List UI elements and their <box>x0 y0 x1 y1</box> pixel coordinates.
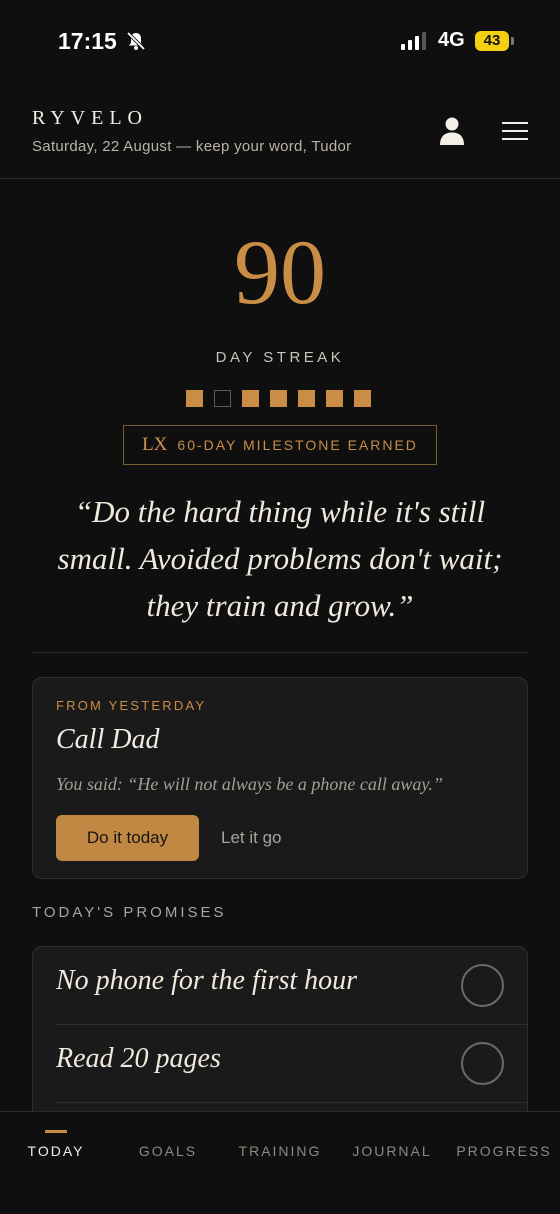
tab-goals[interactable]: GOALS <box>112 1112 224 1212</box>
tab-label: TRAINING <box>238 1143 322 1159</box>
promise-checkbox[interactable] <box>461 1042 504 1085</box>
day-complete-marker <box>326 390 343 407</box>
milestone-badge: LX 60-DAY MILESTONE EARNED <box>123 425 437 465</box>
tab-label: JOURNAL <box>352 1143 432 1159</box>
promise-text: Read 20 pages <box>56 1043 221 1074</box>
milestone-numeral: LX <box>142 434 168 455</box>
menu-icon[interactable] <box>502 121 528 141</box>
let-it-go-button[interactable]: Let it go <box>221 815 282 861</box>
promise-item[interactable]: Read 20 pages <box>56 1025 527 1103</box>
promises-section-title: TODAY'S PROMISES <box>32 904 227 921</box>
status-time: 17:15 <box>58 28 117 54</box>
tab-label: PROGRESS <box>456 1143 552 1159</box>
active-tab-indicator <box>45 1130 67 1133</box>
do-it-today-button[interactable]: Do it today <box>56 815 199 861</box>
tab-journal[interactable]: JOURNAL <box>336 1112 448 1212</box>
promise-text: No phone for the first hour <box>56 965 358 996</box>
status-bar: 17:15 4G 43 <box>0 0 560 86</box>
carryover-card: FROM YESTERDAY Call Dad You said: “He wi… <box>32 677 528 879</box>
tab-today[interactable]: TODAY <box>0 1112 112 1212</box>
promises-list: No phone for the first hour Read 20 page… <box>32 946 528 1126</box>
tab-progress[interactable]: PROGRESS <box>448 1112 560 1212</box>
network-type: 4G <box>438 29 465 51</box>
day-complete-marker <box>270 390 287 407</box>
daily-quote: “Do the hard thing while it's still smal… <box>57 494 503 623</box>
day-complete-marker <box>354 390 371 407</box>
carryover-eyebrow: FROM YESTERDAY <box>56 698 207 713</box>
week-progress <box>186 390 371 407</box>
streak-label: DAY STREAK <box>215 349 345 366</box>
milestone-text: 60-DAY MILESTONE EARNED <box>177 437 418 453</box>
promise-checkbox[interactable] <box>461 964 504 1007</box>
profile-icon[interactable] <box>438 116 466 146</box>
battery-level: 43 <box>483 32 501 49</box>
bottom-navigation: TODAY GOALS TRAINING JOURNAL PROGRESS <box>0 1111 560 1214</box>
carryover-title: Call Dad <box>56 724 160 755</box>
promise-item[interactable]: No phone for the first hour <box>56 947 527 1025</box>
day-missed-marker <box>214 390 231 407</box>
tab-label: TODAY <box>27 1143 85 1159</box>
day-complete-marker <box>298 390 315 407</box>
carryover-note: You said: “He will not always be a phone… <box>56 774 443 794</box>
streak-count: 90 <box>234 221 326 323</box>
header-subtitle: Saturday, 22 August — keep your word, Tu… <box>32 138 352 155</box>
battery-tip <box>511 37 514 45</box>
tab-training[interactable]: TRAINING <box>224 1112 336 1212</box>
cellular-signal-icon <box>401 32 426 50</box>
tab-label: GOALS <box>138 1143 198 1159</box>
divider <box>32 652 528 653</box>
battery-icon: 43 <box>475 31 509 51</box>
day-complete-marker <box>242 390 259 407</box>
app-header: RYVELO Saturday, 22 August — keep your w… <box>0 86 560 179</box>
brand-logo: RYVELO <box>32 107 148 129</box>
bell-muted-icon <box>126 31 146 51</box>
day-complete-marker <box>186 390 203 407</box>
